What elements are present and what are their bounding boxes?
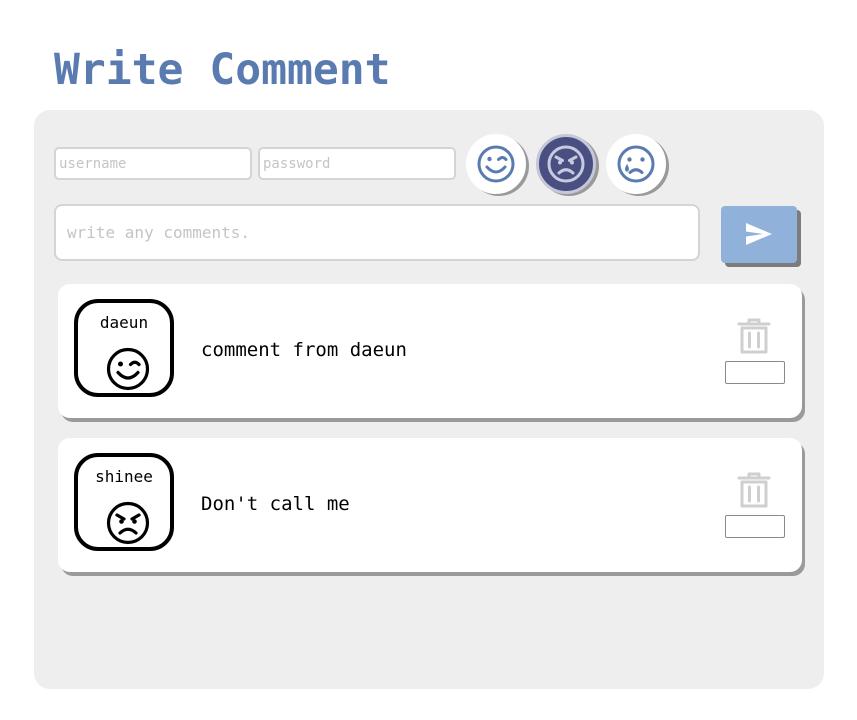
send-icon bbox=[746, 223, 772, 245]
password-input[interactable] bbox=[258, 147, 456, 180]
comment-card: daeun comment from daeun bbox=[58, 284, 802, 418]
comment-username: daeun bbox=[99, 313, 149, 332]
trash-icon[interactable] bbox=[737, 472, 771, 508]
comment-text: Don't call me bbox=[201, 493, 350, 515]
angry-face-icon bbox=[106, 501, 150, 545]
emotion-sad-button[interactable] bbox=[606, 134, 666, 194]
trash-icon[interactable] bbox=[737, 318, 771, 354]
send-button[interactable] bbox=[721, 206, 797, 263]
comment-text: comment from daeun bbox=[201, 339, 407, 361]
wink-face-icon bbox=[477, 145, 515, 183]
username-input[interactable] bbox=[54, 147, 252, 180]
sad-tear-face-icon bbox=[617, 145, 655, 183]
page-title: Write Comment bbox=[54, 45, 391, 95]
delete-password-input[interactable] bbox=[725, 515, 785, 538]
wink-face-icon bbox=[106, 347, 150, 391]
comment-input[interactable] bbox=[54, 204, 700, 261]
emotion-angry-button[interactable] bbox=[536, 134, 596, 194]
angry-face-icon bbox=[547, 145, 585, 183]
avatar: daeun bbox=[74, 299, 174, 397]
delete-password-input[interactable] bbox=[725, 361, 785, 384]
emotion-wink-button[interactable] bbox=[466, 134, 526, 194]
comment-username: shinee bbox=[95, 467, 153, 486]
avatar: shinee bbox=[74, 453, 174, 551]
comment-card: shinee Don't call me bbox=[58, 438, 802, 572]
comment-panel: daeun comment from daeun shinee bbox=[34, 110, 824, 689]
